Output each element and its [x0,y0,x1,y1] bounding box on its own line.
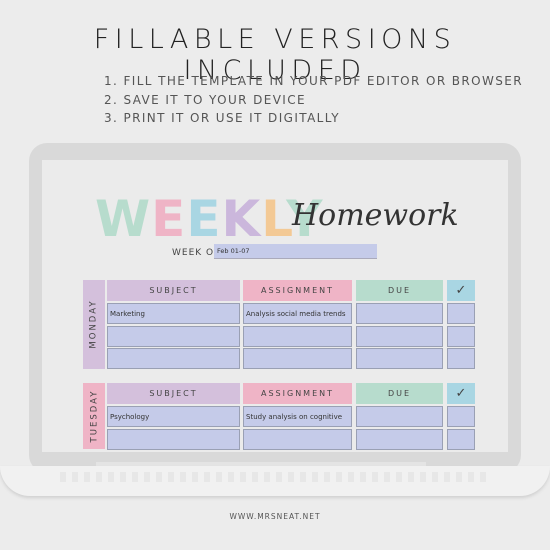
step-2: 2. SAVE IT TO YOUR DEVICE [104,92,307,107]
due-field[interactable] [356,348,443,369]
assignment-field[interactable]: Study analysis on cognitive [243,406,352,427]
check-field[interactable] [447,348,475,369]
day-name: MONDAY [89,299,100,349]
title-letter: E [186,190,222,248]
step-3: 3. PRINT IT OR USE IT DIGITALLY [104,111,340,125]
column-header-assignment: ASSIGNMENT [243,280,352,301]
check-field[interactable] [447,406,475,427]
title-letter: K [221,190,262,248]
assignment-field[interactable]: Analysis social media trends [243,303,352,324]
homework-subtitle: Homework [292,198,459,233]
column-header-due: DUE [356,280,443,301]
step-1: 1. FILL THE TEMPLATE IN YOUR PDF EDITOR … [104,74,523,88]
subject-field[interactable] [107,348,240,369]
assignment-field[interactable] [243,325,352,347]
subject-field[interactable]: Marketing [107,303,240,324]
check-field[interactable] [447,325,475,347]
due-field[interactable] [356,428,443,450]
title-letter: W [95,190,152,248]
check-field[interactable] [447,303,475,324]
due-field[interactable] [356,303,443,324]
title-letter: L [261,190,287,248]
footer-url: WWW.MRSNEAT.NET [229,512,321,521]
laptop-screen: WEEKLY Homework WEEK OF: Feb 01-07 MONDA… [42,160,508,452]
day-label-monday: MONDAY [83,280,105,369]
subject-field[interactable]: Psychology [107,406,240,427]
column-header-subject: SUBJECT [107,383,240,404]
column-header-check: ✓ [447,383,475,404]
steps-list: 1. FILL THE TEMPLATE IN YOUR PDF EDITOR … [104,72,523,128]
title-letter: E [151,190,187,248]
day-label-tuesday: TUESDAY [83,383,105,449]
assignment-field[interactable] [243,348,352,369]
due-field[interactable] [356,325,443,347]
weekly-title: WEEKLY [95,190,324,248]
laptop-keyboard [60,472,490,482]
column-header-check: ✓ [447,280,475,301]
subject-field[interactable] [107,325,240,347]
column-header-due: DUE [356,383,443,404]
column-header-subject: SUBJECT [107,280,240,301]
week-of-input[interactable]: Feb 01-07 [214,244,377,259]
column-header-assignment: ASSIGNMENT [243,383,352,404]
check-field[interactable] [447,428,475,450]
assignment-field[interactable] [243,428,352,450]
subject-field[interactable] [107,428,240,450]
due-field[interactable] [356,406,443,427]
day-name: TUESDAY [89,389,99,443]
